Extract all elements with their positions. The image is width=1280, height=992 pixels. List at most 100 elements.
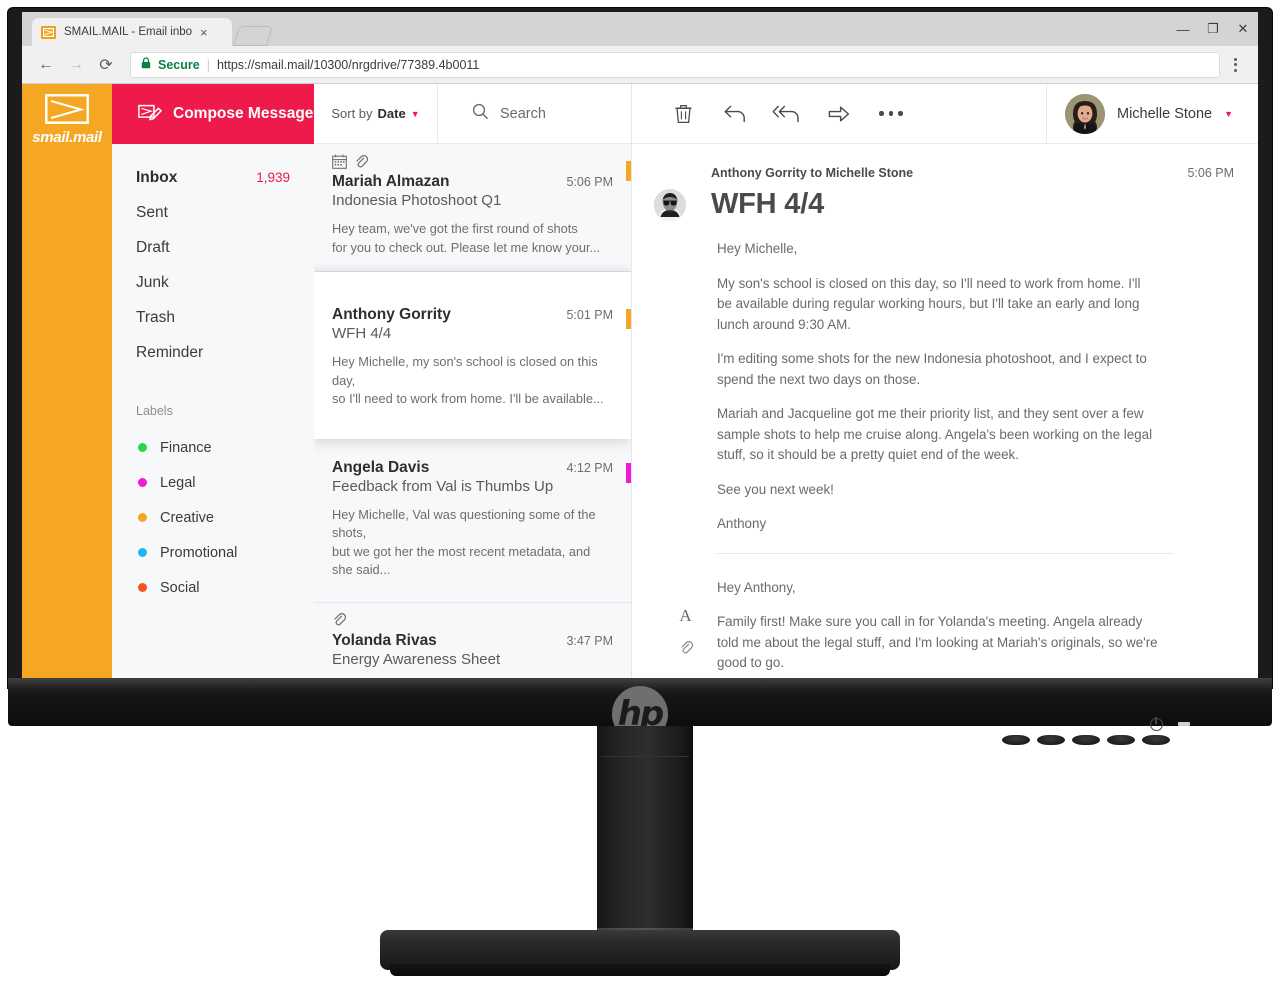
message-list-header: Sort by Date ▼ Search [314,84,631,144]
minimize-button[interactable]: — [1168,12,1198,46]
message-timestamp: 5:06 PM [1187,166,1234,180]
sidebar-label-finance[interactable]: Finance [112,430,314,465]
message-subject: WFH 4/4 [332,325,392,343]
monitor-button-1[interactable] [1002,735,1030,745]
chevron-down-icon: ▼ [1224,108,1234,119]
reply-gutter: A [654,578,717,685]
reply-icon[interactable] [712,92,758,136]
folder-name: Trash [136,308,176,326]
sidebar-label-social[interactable]: Social [112,570,314,605]
label-name: Creative [160,509,214,526]
browser-tab[interactable]: SMAIL.MAIL - Email inbo × [32,18,232,46]
sidebar-item-trash[interactable]: Trash [112,300,314,335]
browser-menu-icon[interactable] [1222,51,1248,79]
new-tab-button[interactable] [233,26,273,46]
close-window-button[interactable]: ✕ [1228,12,1258,46]
folder-name: Sent [136,203,168,221]
maximize-button[interactable]: ❐ [1198,12,1228,46]
sidebar-label-creative[interactable]: Creative [112,500,314,535]
attachment-icon [332,612,347,632]
sort-by-dropdown[interactable]: Sort by Date ▼ [314,84,438,143]
sidebar-item-sent[interactable]: Sent [112,195,314,230]
lock-icon [141,57,151,72]
compose-icon [138,102,162,127]
label-color-dot [138,583,147,592]
mail-app: smail.mail Compose Message Inbox 1,939 S… [22,83,1258,685]
sort-by-value: Date [377,106,406,121]
labels-heading: Labels [136,404,173,418]
attachment-icon[interactable] [679,640,693,660]
sidebar-item-reminder[interactable]: Reminder [112,335,314,370]
url-text: https://smail.mail/10300/nrgdrive/77389.… [216,57,480,72]
message-subject: Feedback from Val is Thumbs Up [332,477,554,495]
tab-close-icon[interactable]: × [200,26,208,39]
reader-header: Anthony Gorrity to Michelle Stone 5:06 P… [632,166,1258,221]
compose-button-label: Compose Message [173,105,314,122]
monitor-stand-base [380,930,900,976]
url-separator: | [206,57,210,72]
folder-name: Reminder [136,343,204,361]
sidebar-item-inbox[interactable]: Inbox 1,939 [112,160,314,195]
search-input[interactable]: Search [438,84,631,143]
list-item[interactable]: Mariah Almazan 5:06 PM Indonesia Photosh… [314,144,631,273]
message-label-flag [626,309,631,330]
message-time: 4:12 PM [566,460,613,475]
message-sender: Mariah Almazan [332,173,450,190]
reading-pane: Michelle Stone ▼ Anthony Gorrity to Mich… [632,83,1258,685]
back-icon[interactable]: ← [32,51,60,79]
sidebar-item-draft[interactable]: Draft [112,230,314,265]
app-logo[interactable]: smail.mail [22,94,112,146]
folder-list: Inbox 1,939 Sent Draft Junk Trash Remind… [112,144,314,370]
folder-name: Inbox [136,168,178,186]
brand-rail: smail.mail [22,84,112,684]
monitor-button-5[interactable] [1142,735,1170,745]
label-color-dot [138,513,147,522]
monitor-button-4[interactable] [1107,735,1135,745]
message-preview: Hey Michelle, my son's school is closed … [332,354,604,407]
reply-paragraph: Family first! Make sure you call in for … [717,614,1158,670]
message-paragraph: Hey Michelle, [717,241,798,256]
message-signature: Anthony [717,516,767,531]
folder-name: Junk [136,273,169,291]
list-item[interactable]: Anthony Gorrity 5:01 PM WFH 4/4 Hey Mich… [314,272,631,439]
forward-icon[interactable] [816,92,862,136]
list-item[interactable]: Angela Davis 4:12 PM Feedback from Val i… [314,438,631,603]
reply-all-icon[interactable] [764,92,810,136]
message-subject: Indonesia Photoshoot Q1 [332,192,502,209]
message-sender: Anthony Gorrity [332,306,451,324]
page-title: WFH 4/4 [711,188,824,220]
monitor-button-2[interactable] [1037,735,1065,745]
message-list[interactable]: Mariah Almazan 5:06 PM Indonesia Photosh… [314,144,631,684]
sidebar-item-junk[interactable]: Junk [112,265,314,300]
more-options-icon[interactable] [868,92,914,136]
reload-icon[interactable]: ⟳ [92,51,120,79]
power-icon[interactable] [1150,716,1163,731]
address-bar[interactable]: Secure | https://smail.mail/10300/nrgdri… [130,51,1220,78]
window-controls: — ❐ ✕ [1168,12,1258,46]
message-sender: Yolanda Rivas [332,631,437,649]
sidebar-label-legal[interactable]: Legal [112,465,314,500]
message-sender: Angela Davis [332,458,430,476]
sender-avatar [654,189,686,221]
attachment-icon [354,154,369,174]
sidebar-label-promotional[interactable]: Promotional [112,535,314,570]
user-menu[interactable]: Michelle Stone ▼ [1046,83,1258,144]
browser-tabstrip: SMAIL.MAIL - Email inbo × — ❐ ✕ [22,12,1258,46]
compose-message-button[interactable]: Compose Message [112,84,314,144]
chevron-down-icon: ▼ [410,108,420,119]
monitor-button-3[interactable] [1072,735,1100,745]
secure-label: Secure [158,57,200,72]
folder-sidebar: Compose Message Inbox 1,939 Sent Draft J… [112,84,314,684]
reader-action-icons [632,92,1046,136]
inbox-unread-count: 1,939 [256,170,290,185]
reply-text-area[interactable]: Hey Anthony, Family first! Make sure you… [717,578,1158,685]
reply-compose: A Hey Anthony, Family first! Make sure y… [632,554,1258,685]
browser-omnibar: ← → ⟳ Secure | https://smail.mail/10300/… [22,46,1258,84]
format-text-icon[interactable]: A [679,606,691,626]
search-icon [472,103,489,125]
list-item[interactable]: Yolanda Rivas 3:47 PM Energy Awareness S… [314,602,631,684]
forward-icon[interactable]: → [62,51,90,79]
label-color-dot [138,478,147,487]
message-time: 3:47 PM [566,633,613,648]
delete-icon[interactable] [660,92,706,136]
